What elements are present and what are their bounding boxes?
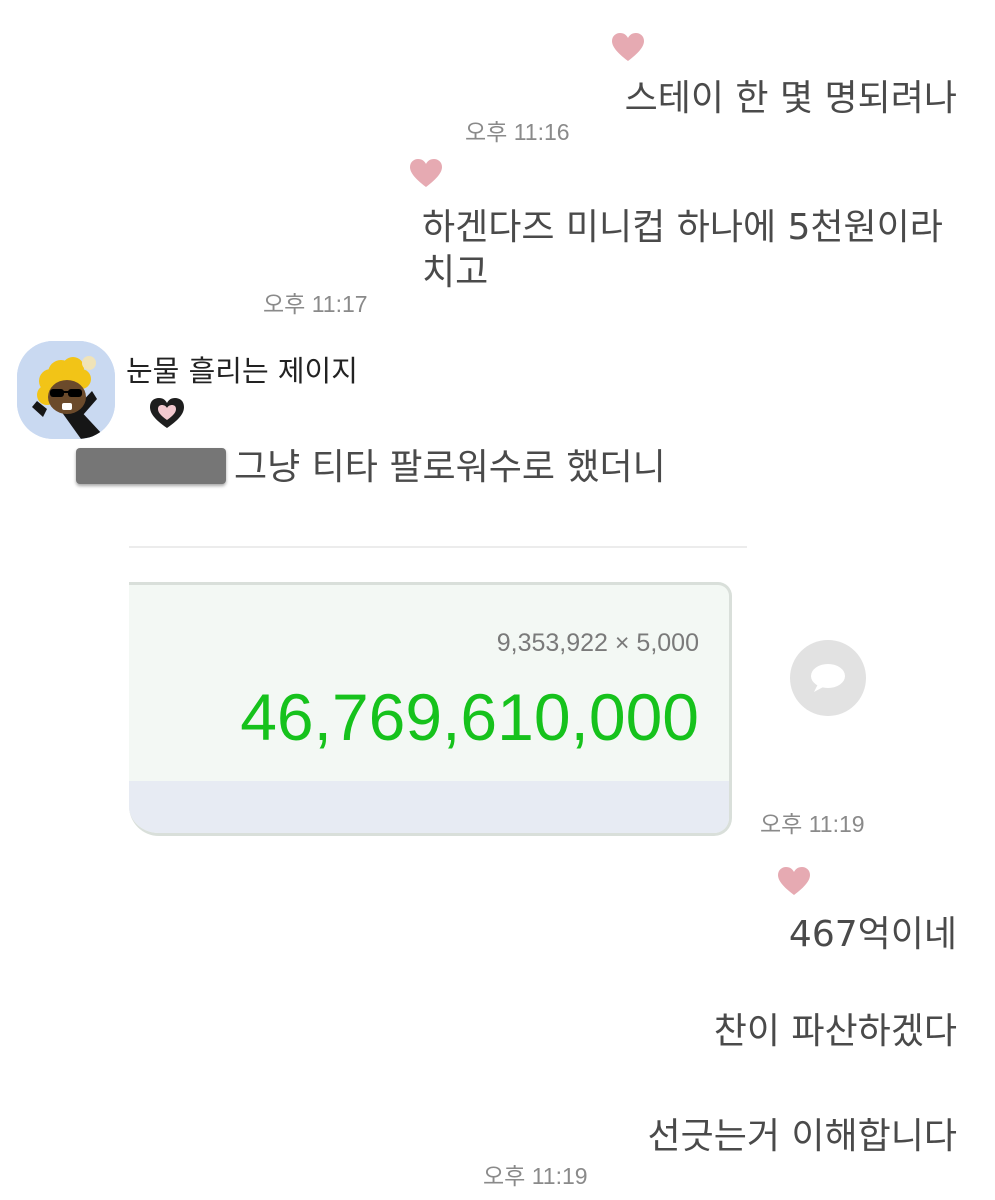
outgoing-message[interactable]: 467억이네 bbox=[789, 910, 957, 960]
heart-reaction-icon[interactable] bbox=[148, 396, 186, 430]
calc-expression: 9,353,922 × 5,000 bbox=[496, 629, 699, 657]
outgoing-message[interactable]: 스테이 한 몇 명되려나 bbox=[625, 74, 957, 124]
outgoing-message[interactable]: 하겐다즈 미니컵 하나에 5천원이라 bbox=[422, 203, 943, 253]
heart-reaction-icon[interactable] bbox=[611, 32, 645, 62]
message-timestamp: 오후 11:17 bbox=[263, 291, 368, 317]
calc-result: 46,769,610,000 bbox=[240, 680, 699, 754]
message-timestamp: 오후 11:19 bbox=[760, 811, 865, 837]
heart-reaction-icon[interactable] bbox=[777, 866, 811, 896]
character-avatar-icon bbox=[17, 341, 115, 439]
outgoing-message-continued[interactable]: 치고 bbox=[422, 248, 488, 298]
image-attachment[interactable]: 9,353,922 × 5,000 46,769,610,000 bbox=[129, 582, 732, 836]
share-button[interactable] bbox=[790, 640, 866, 716]
calc-keypad-strip bbox=[129, 781, 729, 833]
speech-bubble-icon bbox=[811, 664, 845, 692]
incoming-message[interactable]: 그냥 티타 팔로워수로 했더니 bbox=[234, 443, 666, 493]
message-timestamp: 오후 11:19 bbox=[483, 1163, 588, 1189]
avatar[interactable] bbox=[17, 341, 115, 439]
heart-reaction-icon[interactable] bbox=[409, 158, 443, 188]
outgoing-message[interactable]: 선긋는거 이해합니다 bbox=[647, 1112, 957, 1162]
sender-name: 눈물 흘리는 제이지 bbox=[126, 354, 358, 388]
divider bbox=[129, 546, 747, 548]
redacted-block bbox=[76, 448, 226, 484]
outgoing-message[interactable]: 찬이 파산하겠다 bbox=[714, 1007, 957, 1057]
message-timestamp: 오후 11:16 bbox=[465, 119, 570, 145]
